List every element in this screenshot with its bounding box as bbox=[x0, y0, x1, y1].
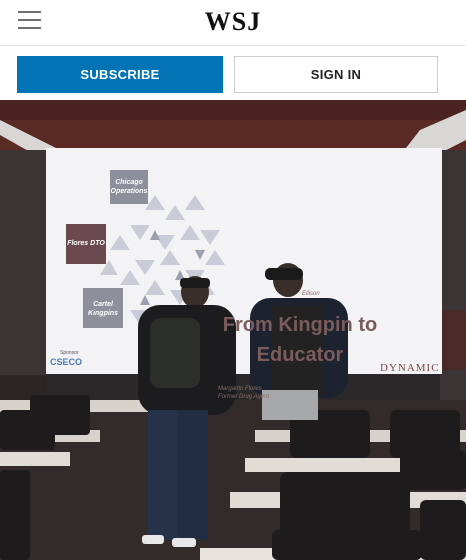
dynamic-logo: DYNAMIC bbox=[380, 362, 440, 374]
tag-flores: Flores DTO bbox=[67, 240, 105, 247]
article-photo: From Kingpin to Educator Chicago Operati… bbox=[0, 100, 466, 560]
presenter-info: Margarito Flores Former Drug Agent bbox=[218, 385, 269, 401]
slide-title-line2: Educator bbox=[256, 344, 344, 366]
top-bar: WSJ bbox=[0, 0, 466, 46]
presenter-role: Former Drug Agent bbox=[218, 394, 270, 400]
presenter-name: Margarito Flores bbox=[218, 386, 262, 392]
slide-title-line1: From Kingpin to bbox=[222, 314, 378, 336]
sponsor-logo: CSECO bbox=[50, 357, 83, 367]
slide-title: From Kingpin to Educator bbox=[200, 310, 400, 370]
sponsor-label: Sponsor bbox=[60, 350, 79, 356]
sign-in-button[interactable]: SIGN IN bbox=[234, 56, 438, 93]
action-bar: SUBSCRIBE SIGN IN bbox=[0, 46, 466, 100]
subscribe-button[interactable]: SUBSCRIBE bbox=[17, 56, 223, 93]
tag-cartel: Cartel Kingpins bbox=[88, 301, 118, 317]
wsj-logo[interactable]: WSJ bbox=[0, 7, 466, 37]
tag-chicago: Chicago Operations bbox=[110, 179, 148, 195]
presenter-extra: Ellison bbox=[302, 291, 320, 297]
